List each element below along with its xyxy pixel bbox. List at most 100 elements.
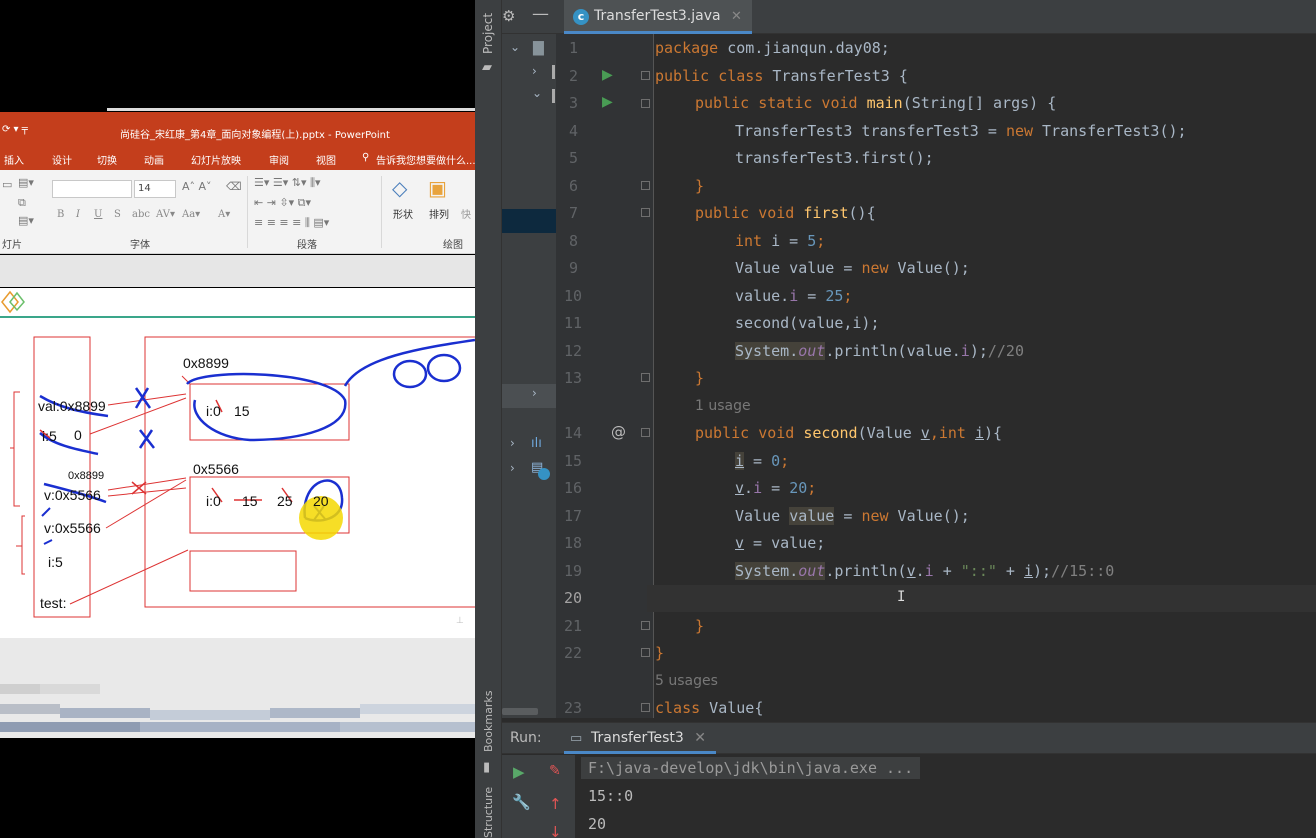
fold-marker[interactable] bbox=[641, 621, 650, 630]
tree-selection[interactable] bbox=[502, 209, 556, 233]
font-color-icon[interactable]: A▾ bbox=[218, 209, 230, 220]
spacing-icon[interactable]: AV▾ bbox=[156, 209, 175, 220]
chevron-right-icon[interactable]: › bbox=[510, 436, 515, 450]
code-line-14: public void second(Value v,int i){ bbox=[695, 424, 1003, 442]
strike-icon[interactable]: abc bbox=[132, 209, 150, 220]
code-line-18: v = value; bbox=[735, 534, 826, 552]
wrench-icon[interactable]: 🔧 bbox=[512, 793, 531, 811]
shadow-icon[interactable]: S bbox=[114, 209, 121, 220]
tell-me-box[interactable]: 告诉我您想要做什么... bbox=[376, 152, 475, 167]
implements-icon[interactable]: @ bbox=[611, 423, 626, 441]
structure-tool-tab[interactable]: Structure bbox=[482, 787, 495, 838]
line-number: 7 bbox=[569, 204, 579, 222]
group-drawing-label: 绘图 bbox=[443, 240, 463, 251]
fold-marker[interactable] bbox=[641, 208, 650, 217]
indent-icon[interactable]: ⇤ ⇥ ⇳▾ ⧉▾ bbox=[254, 196, 311, 210]
chevron-down-icon[interactable]: ⌄ bbox=[532, 86, 542, 100]
bullets-icon[interactable]: ☰▾ ☰▾ ⇅▾ ⫼▾ bbox=[254, 176, 321, 190]
console-output-line: 20 bbox=[588, 815, 607, 833]
align-icon[interactable]: ≡ ≡ ≡ ≡ ⫼ ▤▾ bbox=[254, 216, 329, 230]
horizontal-scrollbar[interactable] bbox=[502, 708, 538, 715]
code-line-23: class Value{ bbox=[655, 699, 764, 717]
arrange-icon[interactable]: ▣ bbox=[428, 176, 447, 200]
font-name-box[interactable] bbox=[52, 180, 132, 198]
run-icon[interactable]: ▶ bbox=[602, 67, 613, 83]
close-icon[interactable]: ✕ bbox=[694, 730, 706, 746]
fold-marker[interactable] bbox=[641, 181, 650, 190]
chevron-right-icon[interactable]: › bbox=[532, 386, 537, 400]
chevron-right-icon[interactable]: › bbox=[532, 64, 537, 78]
code-line-10: value.i = 25; bbox=[735, 287, 853, 305]
line-number: 13 bbox=[564, 369, 583, 387]
editor-tab-bar: c TransferTest3.java ✕ bbox=[556, 0, 1316, 34]
run-icon[interactable]: ▶ bbox=[513, 763, 525, 781]
stack-val: val:0x8899 bbox=[38, 398, 106, 414]
up-arrow-icon[interactable]: ↑ bbox=[549, 795, 562, 813]
tab-slideshow[interactable]: 幻灯片放映 bbox=[191, 152, 241, 167]
fold-marker[interactable] bbox=[641, 648, 650, 657]
code-line-13: } bbox=[695, 369, 705, 387]
usage-hint[interactable]: 5 usages bbox=[655, 673, 718, 689]
arrange-button[interactable]: 排列 bbox=[429, 206, 449, 221]
gear-icon[interactable]: ⚙ bbox=[502, 7, 515, 25]
fold-marker[interactable] bbox=[641, 373, 650, 382]
line-number: 4 bbox=[569, 122, 579, 140]
underline-icon[interactable]: U bbox=[94, 209, 102, 220]
run-icon[interactable]: ▶ bbox=[602, 94, 613, 110]
folder-icon[interactable]: ▰ bbox=[482, 60, 492, 75]
module-folder-icon: ▇ bbox=[533, 40, 544, 56]
fold-marker[interactable] bbox=[641, 428, 650, 437]
tab-design[interactable]: 设计 bbox=[52, 152, 72, 167]
quick-styles-button[interactable]: 快 bbox=[461, 206, 471, 221]
bold-icon[interactable]: B bbox=[57, 209, 64, 220]
clear-icon[interactable]: ✎ bbox=[549, 763, 561, 779]
grow-font-icon[interactable]: A˄ A˅ bbox=[182, 180, 212, 193]
stack-v2: v:0x5566 bbox=[44, 520, 101, 536]
reset-icon[interactable]: ⧉ bbox=[18, 196, 26, 210]
ribbon-divider bbox=[247, 176, 248, 248]
tab-review[interactable]: 审阅 bbox=[269, 152, 289, 167]
italic-icon[interactable]: I bbox=[76, 209, 80, 220]
usage-hint[interactable]: 1 usage bbox=[695, 398, 751, 414]
stack-test: test: bbox=[40, 595, 66, 611]
line-number: 3 bbox=[569, 94, 579, 112]
chevron-right-icon[interactable]: › bbox=[510, 461, 515, 475]
quick-access-toolbar[interactable]: ⟳ ▾ ╤ bbox=[2, 124, 28, 135]
tab-insert[interactable]: 插入 bbox=[4, 152, 24, 167]
project-tool-tab[interactable]: Project bbox=[481, 13, 495, 54]
bookmarks-tool-tab[interactable]: Bookmarks bbox=[482, 691, 495, 752]
tab-animations[interactable]: 动画 bbox=[144, 152, 164, 167]
shapes-button[interactable]: 形状 bbox=[393, 206, 413, 221]
clear-format-icon[interactable]: ⌫ bbox=[226, 180, 242, 193]
line-number: 19 bbox=[564, 562, 583, 580]
line-number: 15 bbox=[564, 452, 583, 470]
group-slides-label: 灯片 bbox=[2, 240, 22, 251]
chevron-down-icon[interactable]: ⌄ bbox=[510, 40, 520, 54]
close-icon[interactable]: ✕ bbox=[731, 9, 742, 24]
fold-marker[interactable] bbox=[641, 71, 650, 80]
fold-marker[interactable] bbox=[641, 703, 650, 712]
section-icon[interactable]: ▤▾ bbox=[18, 214, 34, 227]
stack-v-old: 0x8899 bbox=[68, 470, 104, 482]
case-icon[interactable]: Aa▾ bbox=[182, 209, 200, 220]
line-number: 2 bbox=[569, 67, 579, 85]
tree-row-hover[interactable]: › bbox=[502, 384, 556, 408]
layout-icon[interactable]: ▭ bbox=[2, 178, 12, 191]
layout-dropdown-icon[interactable]: ▤▾ bbox=[18, 176, 34, 189]
tab-transitions[interactable]: 切换 bbox=[97, 152, 117, 167]
code-line-9: Value value = new Value(); bbox=[735, 259, 970, 277]
tab-view[interactable]: 视图 bbox=[316, 152, 336, 167]
bookmark-icon[interactable]: ▮ bbox=[483, 760, 490, 775]
current-line-highlight bbox=[647, 585, 1316, 612]
editor-tab-transfertest3[interactable]: c TransferTest3.java ✕ bbox=[564, 0, 752, 34]
powerpoint-window: ⟳ ▾ ╤ 尚硅谷_宋红康_第4章_面向对象编程(上).pptx - Power… bbox=[0, 0, 475, 838]
object-3-box bbox=[189, 550, 297, 592]
shapes-icon[interactable]: ◇ bbox=[392, 176, 407, 200]
fold-marker[interactable] bbox=[641, 99, 650, 108]
console-output-line: 15::0 bbox=[588, 787, 634, 805]
font-size-box[interactable]: 14 bbox=[134, 180, 176, 198]
run-tab[interactable]: ▭ TransferTest3 ✕ bbox=[564, 723, 716, 754]
down-arrow-icon[interactable]: ↓ bbox=[549, 823, 562, 838]
run-console[interactable]: F:\java-develop\jdk\bin\java.exe ... 15:… bbox=[575, 755, 1316, 838]
minimize-icon[interactable]: — bbox=[532, 4, 549, 24]
